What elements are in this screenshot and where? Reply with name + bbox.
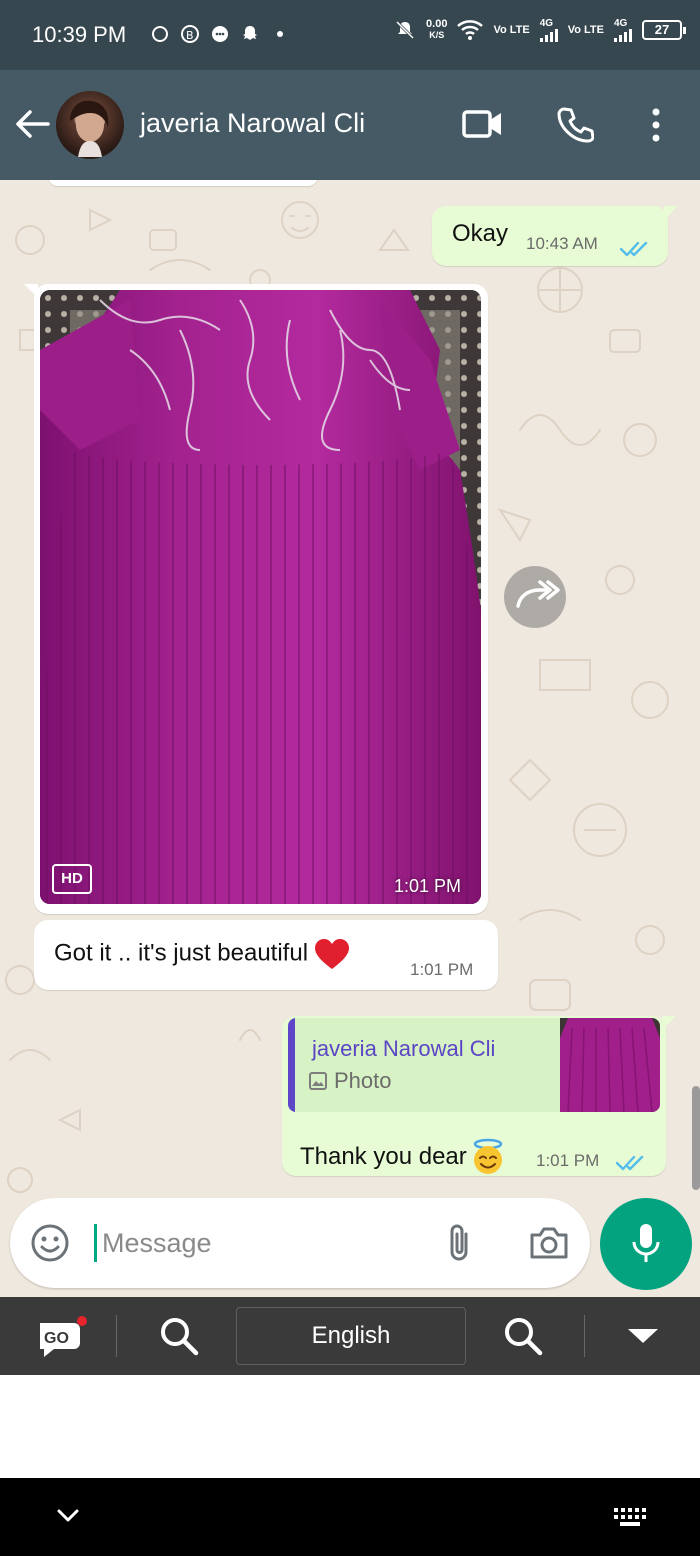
message-input[interactable] [102, 1218, 432, 1268]
camera-icon[interactable] [528, 1225, 570, 1261]
message-text-content: Thank you dear [300, 1143, 467, 1170]
contact-name[interactable]: javeria Narowal Cli [140, 108, 365, 139]
net-speed: 0.00 K/S [426, 19, 447, 41]
more-options-icon[interactable] [648, 106, 664, 144]
sim2-signal: 4G [614, 18, 632, 42]
more-dot-icon [270, 24, 290, 44]
notification-icons: B [150, 24, 290, 44]
emoji-icon[interactable] [30, 1223, 70, 1263]
message-bubble-incoming[interactable]: Got it .. it's just beautiful 1:01 PM [34, 920, 498, 990]
smiling-face-with-halo-icon [473, 1138, 503, 1174]
sim2-network-text: 4G [614, 18, 628, 29]
system-nav-bar [0, 1478, 700, 1556]
silent-bell-icon [395, 20, 415, 40]
read-receipt-icon [620, 241, 648, 257]
sync-icon [150, 24, 170, 44]
red-heart-icon [315, 939, 350, 969]
go-keyboard-icon[interactable]: GO [36, 1315, 87, 1357]
message-text-content: Got it .. it's just beautiful [54, 939, 309, 967]
message-bubble-reply[interactable]: javeria Narowal Cli Photo Thank you dear… [282, 1016, 676, 1176]
status-time: 10:39 PM [32, 22, 127, 47]
search-icon[interactable] [158, 1315, 200, 1357]
hd-badge: HD [52, 864, 92, 894]
quoted-sender-name: javeria Narowal Cli [312, 1036, 496, 1061]
keyboard-area[interactable] [0, 1375, 700, 1478]
language-selector[interactable]: English [236, 1307, 466, 1365]
sim2-label: Vo LTE [567, 23, 604, 36]
sim1-label: Vo LTE [493, 23, 530, 36]
toolbar-divider [116, 1315, 117, 1357]
previous-message-bubble[interactable] [48, 180, 318, 186]
video-call-icon[interactable] [462, 108, 504, 140]
forward-button[interactable] [504, 566, 566, 628]
dress-photo[interactable] [40, 290, 481, 904]
sim1-signal: 4G [539, 18, 558, 42]
sim2-volte-text: Vo LTE [567, 23, 604, 36]
message-text: Thank you dear [300, 1138, 507, 1176]
net-speed-unit: K/S [429, 30, 445, 40]
search-icon[interactable] [502, 1315, 544, 1357]
go-label: GO [44, 1330, 69, 1347]
message-text: Got it .. it's just beautiful [54, 938, 350, 970]
chat-header: javeria Narowal Cli [0, 70, 700, 180]
svg-text:B: B [186, 29, 194, 42]
sim1-volte-text: Vo LTE [493, 23, 530, 36]
signal-bars-icon [539, 29, 558, 42]
chat-icon [210, 24, 230, 44]
quoted-photo-thumbnail [560, 1018, 660, 1112]
collapse-keyboard-icon[interactable] [626, 1327, 660, 1345]
scrollbar[interactable] [692, 1086, 700, 1190]
chat-area[interactable]: Okay 10:43 AM HD 1:01 PM Got it .. it's … [0, 180, 700, 1297]
message-composer [10, 1198, 590, 1288]
signal-bars-icon [614, 29, 632, 42]
forward-icon [516, 580, 560, 608]
voice-message-button[interactable] [600, 1198, 692, 1290]
status-indicators: 0.00 K/S Vo LTE 4G Vo LTE 4G 27 [394, 18, 686, 42]
back-arrow-icon[interactable] [14, 108, 50, 140]
microphone-icon [632, 1224, 660, 1262]
read-receipt-icon [616, 1155, 644, 1171]
keyboard-toolbar: GO English [0, 1297, 700, 1375]
text-cursor [94, 1224, 97, 1262]
net-speed-value: 0.00 [426, 18, 448, 30]
status-bar: 10:39 PM B 0.00 K/S Vo LTE 4G Vo LTE 4G … [0, 0, 700, 70]
voice-call-icon[interactable] [556, 106, 594, 144]
message-time: 10:43 AM [526, 234, 598, 253]
wifi-icon [457, 20, 484, 40]
quoted-type-label: Photo [334, 1068, 392, 1093]
message-bubble-outgoing[interactable]: Okay 10:43 AM [432, 206, 678, 266]
toolbar-divider [584, 1315, 585, 1357]
message-bubble-image[interactable] [24, 284, 488, 914]
message-time: 1:01 PM [410, 960, 474, 979]
image-icon [309, 1072, 327, 1090]
chevron-down-icon[interactable] [56, 1508, 80, 1524]
quoted-message[interactable]: javeria Narowal Cli Photo [288, 1018, 660, 1112]
badge-b-icon: B [180, 24, 200, 44]
quoted-type: Photo [308, 1068, 392, 1094]
message-text: Okay [452, 220, 509, 247]
keyboard-switch-icon[interactable] [612, 1506, 648, 1528]
attach-icon[interactable] [444, 1222, 474, 1264]
snapchat-icon [240, 24, 260, 44]
avatar[interactable] [56, 91, 124, 159]
quote-accent-bar [288, 1018, 295, 1112]
battery-icon: 27 [642, 20, 686, 40]
message-time: 1:01 PM [536, 1151, 600, 1170]
sim1-network-text: 4G [539, 18, 554, 29]
message-time: 1:01 PM [394, 876, 462, 896]
